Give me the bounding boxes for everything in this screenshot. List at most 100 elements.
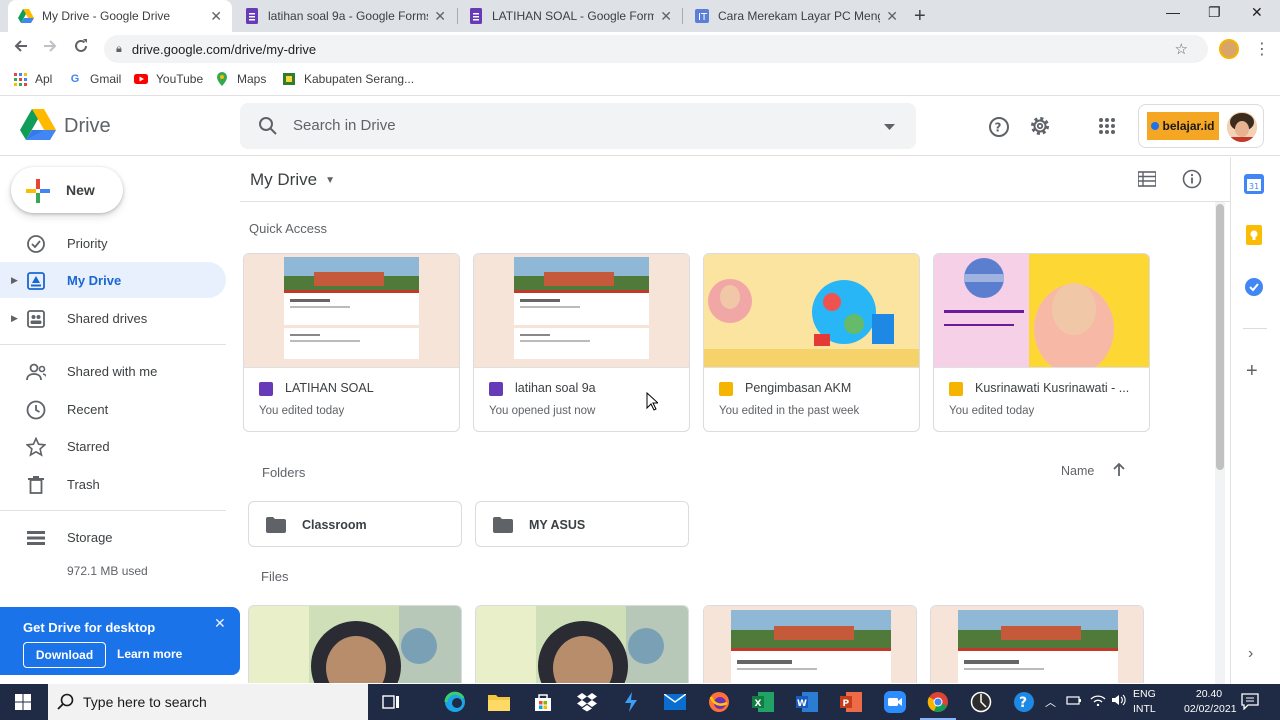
new-tab-button[interactable]: + [914,5,926,28]
help-question-icon[interactable]: ? [1012,690,1036,714]
address-bar[interactable]: 🔒︎ drive.google.com/drive/my-drive ☆ [104,35,1208,63]
chrome-icon[interactable] [920,690,956,720]
sidebar-divider [0,344,226,345]
chrome-menu-icon[interactable]: ⋮ [1254,39,1270,59]
tab-forms-latihan-soal[interactable]: LATIHAN SOAL - Google Forms ✕ [458,0,682,32]
bookmark-label: YouTube [156,72,204,86]
notifications-icon[interactable] [1241,692,1259,713]
chrome-profile-avatar[interactable] [1219,39,1239,59]
google-drive-logo-icon[interactable] [20,109,56,146]
file-card[interactable] [930,605,1144,683]
edge-browser-icon[interactable] [443,690,467,714]
word-icon[interactable]: W [795,690,819,714]
search-icon[interactable] [258,116,278,141]
file-explorer-icon[interactable] [487,690,511,714]
google-slides-icon [949,382,963,396]
sidebar-item-my-drive[interactable]: ▶ My Drive [0,262,226,298]
sidebar-item-priority[interactable]: Priority [0,225,226,261]
sidebar-item-storage[interactable]: Storage [0,519,226,555]
folder-item[interactable]: Classroom [248,501,462,547]
file-card[interactable] [475,605,689,683]
article-icon: IT [694,8,710,24]
tab-article[interactable]: IT Cara Merekam Layar PC Menggu ✕ [684,0,908,32]
close-window-icon[interactable]: ✕ [1251,4,1263,21]
excel-icon[interactable]: X [751,690,775,714]
restore-icon[interactable]: ❐ [1208,4,1221,21]
close-tab-icon[interactable]: ✕ [660,8,672,25]
main-scrollbar[interactable] [1215,202,1225,684]
bookmark-apps[interactable]: Apl [13,72,52,86]
add-addon-plus-icon[interactable]: + [1246,361,1266,381]
my-drive-dropdown[interactable]: My Drive ▼ [250,170,335,190]
learn-more-link[interactable]: Learn more [117,647,182,661]
bookmark-kabupaten[interactable]: Kabupaten Serang... [282,72,414,86]
sort-ascending-arrow-icon[interactable] [1113,462,1125,482]
zoom-icon[interactable] [883,690,907,714]
close-tab-icon[interactable]: ✕ [434,8,446,25]
file-card[interactable] [248,605,462,683]
google-keep-icon[interactable] [1244,225,1264,245]
plus-multicolor-icon [26,179,50,208]
sidebar-item-shared-with-me[interactable]: Shared with me [0,353,226,389]
wifi-icon[interactable] [1090,694,1106,709]
google-calendar-icon[interactable]: 31 [1244,174,1264,194]
google-tasks-icon[interactable] [1244,277,1264,297]
quick-access-card[interactable]: Pengimbasan AKM You edited in the past w… [703,253,920,432]
firefox-icon[interactable] [707,690,731,714]
quick-access-card[interactable]: Kusrinawati Kusrinawati - ... You edited… [933,253,1150,432]
microsoft-store-icon[interactable] [531,690,555,714]
side-panel: 31 + › [1230,157,1280,684]
app-name[interactable]: Drive [64,115,111,138]
forward-icon[interactable] [42,38,58,59]
file-card[interactable] [703,605,917,683]
close-tab-icon[interactable]: ✕ [886,8,898,25]
minimize-icon[interactable]: — [1166,4,1180,20]
tab-my-drive[interactable]: My Drive - Google Drive ✕ [8,0,232,32]
settings-gear-icon[interactable] [1029,115,1051,142]
task-view-icon[interactable] [379,690,403,714]
expand-caret-icon[interactable]: ▶ [11,313,18,324]
sidebar-item-starred[interactable]: Starred [0,428,226,464]
taskbar-clock[interactable]: 20.40 02/02/2021 [1184,687,1237,717]
volume-icon[interactable] [1111,694,1127,709]
help-icon[interactable]: ? [988,116,1010,143]
download-button[interactable]: Download [23,642,106,668]
reload-icon[interactable] [73,38,89,59]
sidebar-item-recent[interactable]: Recent [0,391,226,427]
dropbox-icon[interactable] [575,690,599,714]
tab-forms-latihan-9a[interactable]: latihan soal 9a - Google Forms ✕ [234,0,456,32]
new-button[interactable]: New [11,167,123,213]
close-tab-icon[interactable]: ✕ [210,8,222,25]
mail-icon[interactable] [663,690,687,714]
battery-icon[interactable] [1066,694,1082,709]
powerpoint-icon[interactable]: P [839,690,863,714]
windows-start-icon[interactable] [15,694,31,715]
account-avatar[interactable] [1227,112,1257,142]
folder-item[interactable]: MY ASUS [475,501,689,547]
search-options-icon[interactable] [884,118,896,136]
sidebar-item-shared-drives[interactable]: ▶ Shared drives [0,300,226,336]
account-switcher[interactable]: belajar.id [1138,104,1264,148]
bookmark-maps[interactable]: Maps [215,72,266,86]
google-apps-grid-icon[interactable] [1099,118,1115,139]
scrollbar-thumb[interactable] [1216,204,1224,470]
bookmark-gmail[interactable]: G Gmail [68,72,122,86]
expand-caret-icon[interactable]: ▶ [11,275,18,286]
taskbar-search-box[interactable]: Type here to search [48,684,368,720]
show-hidden-icons-chevron-icon[interactable]: ︿ [1045,694,1056,710]
code-editor-icon[interactable] [619,690,643,714]
list-view-icon[interactable] [1137,171,1157,192]
screen-recorder-icon[interactable] [969,690,993,714]
sidebar-item-trash[interactable]: Trash [0,466,226,502]
bookmark-youtube[interactable]: YouTube [134,72,203,86]
quick-access-card[interactable]: LATIHAN SOAL You edited today [243,253,460,432]
back-icon[interactable] [13,38,29,59]
info-icon[interactable] [1182,169,1202,194]
close-promo-icon[interactable]: ✕ [214,615,226,632]
input-language-indicator[interactable]: ENG INTL [1133,687,1156,717]
sort-by-name-button[interactable]: Name [1061,464,1094,478]
drive-search-bar[interactable]: Search in Drive [240,103,916,149]
svg-text:W: W [797,699,807,709]
bookmark-star-icon[interactable]: ☆ [1175,40,1188,58]
expand-panel-chevron-icon[interactable]: › [1248,645,1268,665]
